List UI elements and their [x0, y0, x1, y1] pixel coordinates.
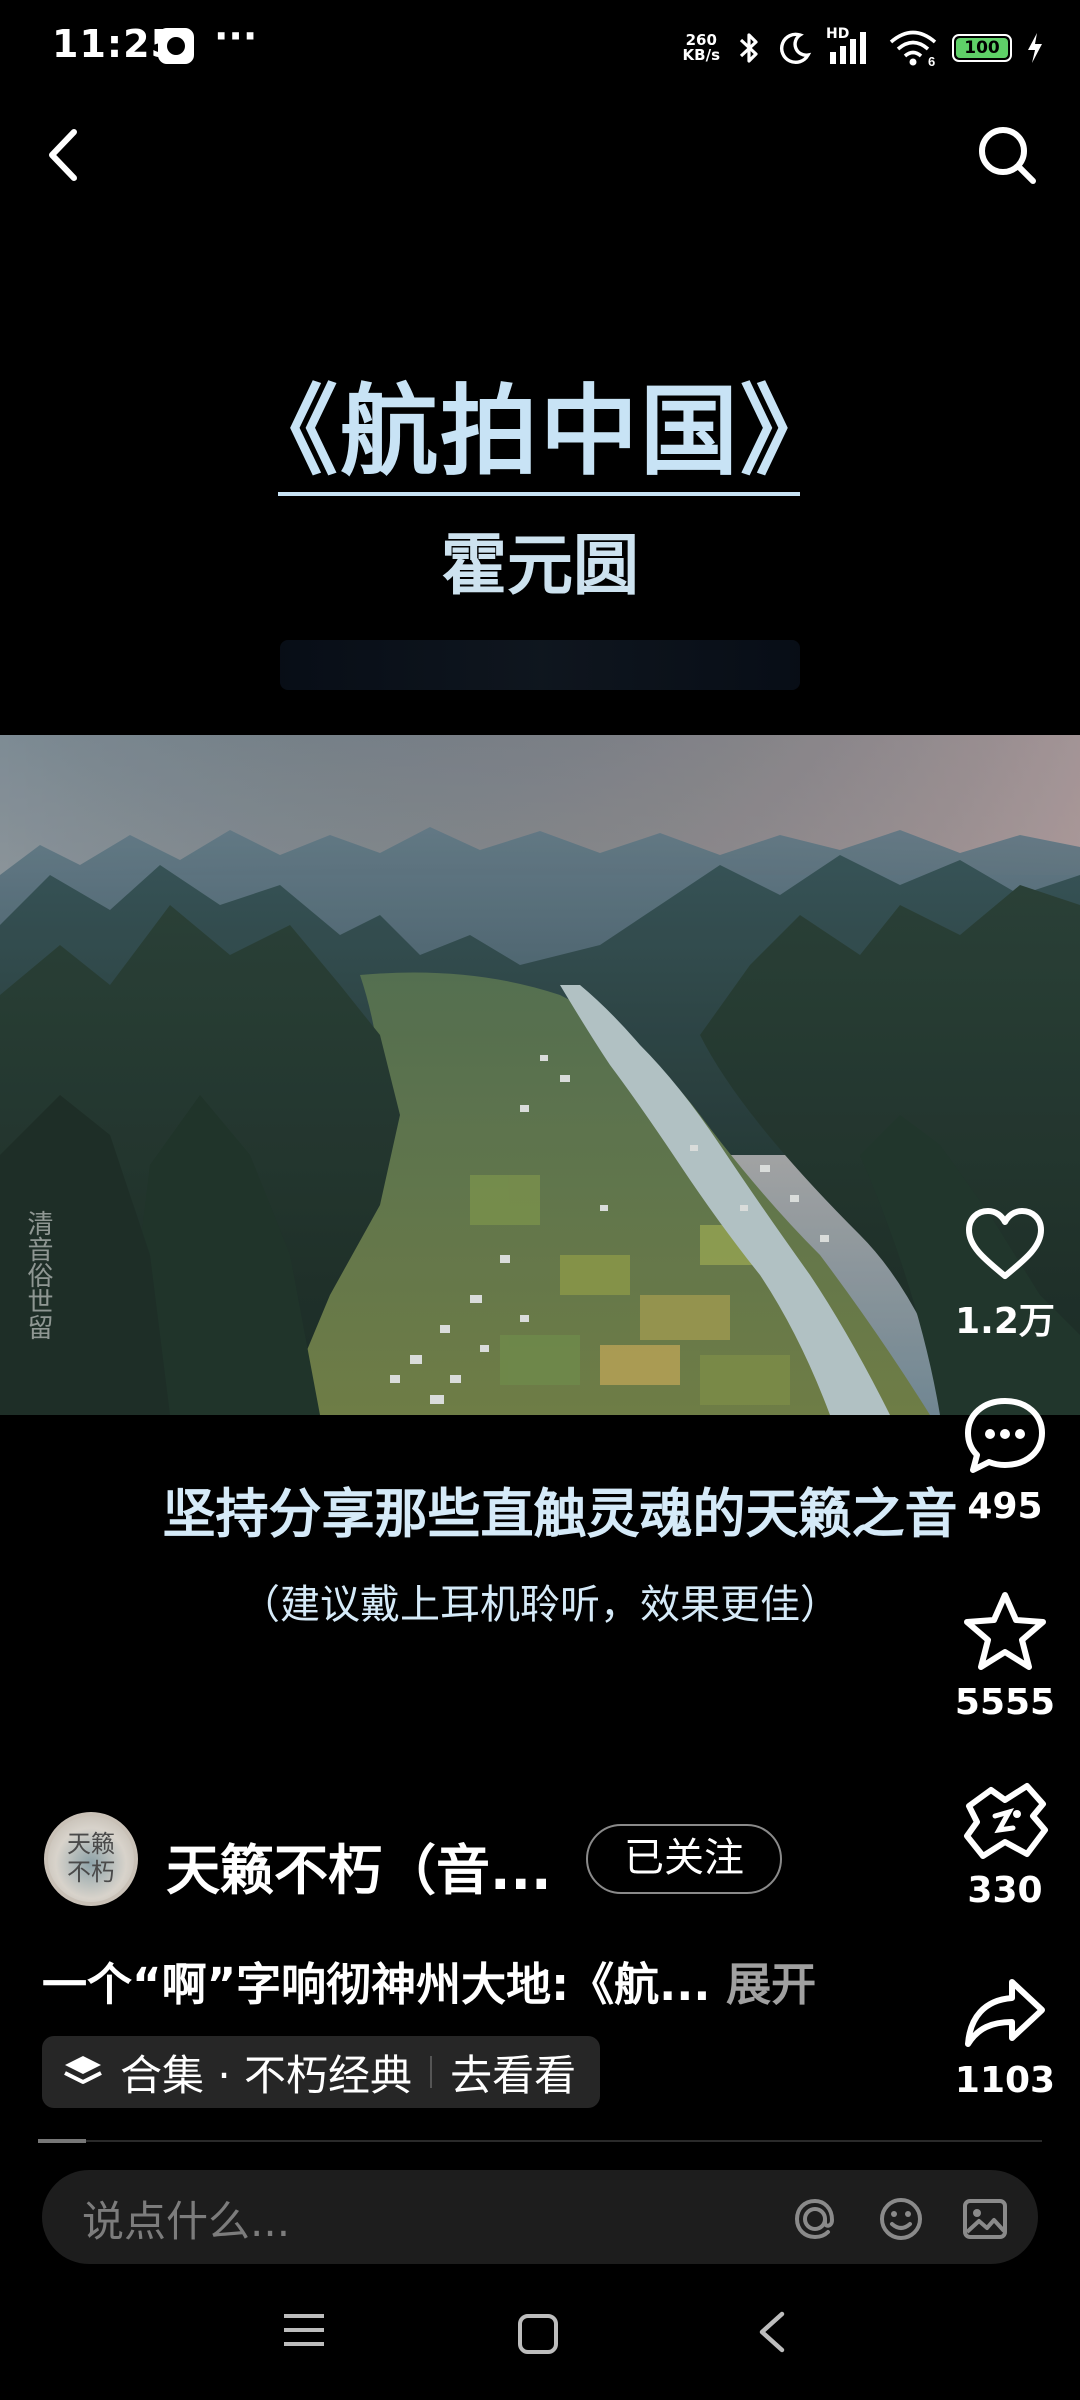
- avatar-logo-line1: 天籁: [67, 1830, 115, 1858]
- chip-divider: [430, 2056, 433, 2088]
- layers-icon: [64, 2056, 102, 2084]
- search-button[interactable]: [974, 122, 1040, 188]
- expand-link[interactable]: 展开: [726, 1958, 816, 2011]
- nav-back-icon[interactable]: [754, 2308, 790, 2356]
- favorite-count: 5555: [954, 1682, 1056, 1723]
- video-progress-track[interactable]: [38, 2140, 1042, 2142]
- landscape-image: [0, 735, 1080, 1415]
- comment-count: 495: [967, 1486, 1043, 1527]
- video-subcaption: （建议戴上耳机聆听，效果更佳）: [240, 1582, 840, 1628]
- collection-label: 合集 · 不朽经典: [120, 2050, 413, 2100]
- video-description[interactable]: 一个“啊”字响彻神州大地:《航... 展开: [42, 1948, 816, 2013]
- svg-text:6: 6: [928, 54, 935, 67]
- menu-icon[interactable]: [282, 2310, 326, 2350]
- video-artist: 霍元圆: [441, 526, 639, 604]
- follow-button[interactable]: 已关注: [586, 1824, 782, 1894]
- at-icon[interactable]: [790, 2194, 840, 2244]
- collection-chip[interactable]: 合集 · 不朽经典 去看看: [42, 2036, 601, 2108]
- author-avatar[interactable]: 天籁 不朽: [44, 1812, 138, 1906]
- signal-group: HD: [826, 26, 874, 66]
- more-notifications-icon: ···: [214, 14, 258, 58]
- collection-go-link[interactable]: 去看看: [450, 2042, 576, 2103]
- net-speed-unit: KB/s: [682, 46, 720, 64]
- moon-icon: [780, 32, 812, 65]
- gift-button[interactable]: 330: [950, 1782, 1060, 1911]
- title-underline: [278, 492, 800, 496]
- share-count: 1103: [954, 2060, 1056, 2101]
- emoji-icon[interactable]: [876, 2194, 926, 2244]
- video-frame[interactable]: [0, 735, 1080, 1415]
- avatar-logo-line2: 不朽: [67, 1858, 115, 1886]
- video-caption: 坚持分享那些直触灵魂的天籁之音: [162, 1484, 958, 1545]
- share-icon: [965, 1979, 1045, 2047]
- battery-level: 100: [956, 38, 1008, 58]
- star-icon: [964, 1592, 1046, 1670]
- share-button[interactable]: 1103: [950, 1976, 1060, 2101]
- faded-text-band: [280, 640, 800, 690]
- battery-icon: 100: [952, 34, 1012, 62]
- video-watermark: 清音俗世留: [23, 1210, 53, 1340]
- comment-button[interactable]: 495: [950, 1396, 1060, 1527]
- back-button[interactable]: [40, 120, 100, 190]
- status-indicators: 260 KB/s HD 6 100: [683, 24, 1044, 72]
- comment-placeholder: 说点什么...: [82, 2197, 291, 2246]
- like-button[interactable]: 1.2万: [950, 1206, 1060, 1344]
- charging-icon: [1028, 33, 1042, 63]
- app-notification-icon: [158, 28, 194, 64]
- back-icon: [49, 129, 77, 181]
- description-text: 一个“啊”字响彻神州大地:《航...: [42, 1958, 711, 2011]
- comment-icon: [965, 1398, 1045, 1473]
- signal-icon: [830, 32, 866, 64]
- gift-count: 330: [967, 1870, 1043, 1911]
- video-title: 《航拍中国》: [239, 374, 840, 489]
- avatar-logo: 天籁 不朽: [48, 1830, 134, 1886]
- net-speed: 260 KB/s: [683, 33, 720, 63]
- author-name[interactable]: 天籁不朽（音...: [166, 1826, 552, 1905]
- search-icon: [979, 127, 1036, 184]
- home-icon[interactable]: [516, 2312, 560, 2356]
- heart-icon: [966, 1208, 1044, 1279]
- favorite-button[interactable]: 5555: [950, 1590, 1060, 1723]
- image-icon[interactable]: [960, 2194, 1010, 2244]
- gift-icon: [964, 1783, 1048, 1859]
- bluetooth-icon: [739, 33, 758, 63]
- like-count: 1.2万: [955, 1301, 1055, 1342]
- wifi-icon: 6: [889, 30, 937, 67]
- video-progress-fill: [38, 2139, 86, 2143]
